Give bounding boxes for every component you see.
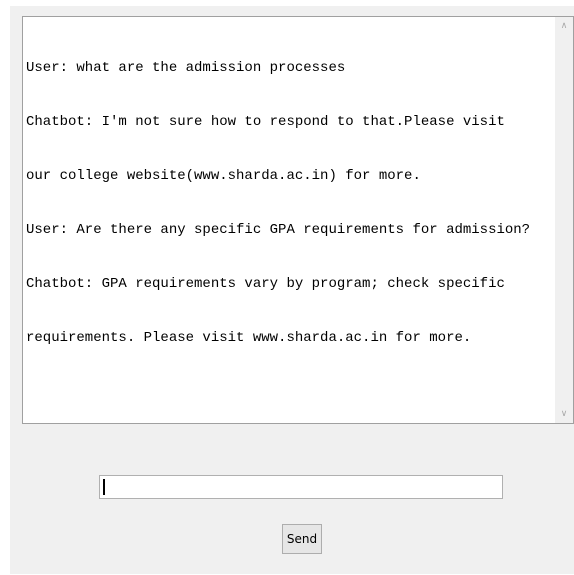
text-caret [103,479,105,495]
message-input[interactable] [99,475,503,499]
chat-log-scrollbar[interactable]: ∧ ∨ [555,17,573,423]
chevron-up-icon[interactable]: ∧ [555,17,573,35]
chat-line: User: what are the admission processes [26,60,346,76]
chat-log[interactable]: User: what are the admission processes C… [23,17,555,423]
chat-line: Chatbot: GPA requirements vary by progra… [26,276,505,292]
chat-line: our college website(www.sharda.ac.in) fo… [26,168,421,184]
send-button[interactable]: Send [282,524,322,554]
chat-log-frame: User: what are the admission processes C… [22,16,574,424]
chat-line: User: Are there any specific GPA require… [26,222,531,238]
chatbot-window: User: what are the admission processes C… [10,6,574,574]
chat-line: requirements. Please visit www.sharda.ac… [26,330,472,346]
chat-line: Chatbot: I'm not sure how to respond to … [26,114,505,130]
chevron-down-icon[interactable]: ∨ [555,405,573,423]
